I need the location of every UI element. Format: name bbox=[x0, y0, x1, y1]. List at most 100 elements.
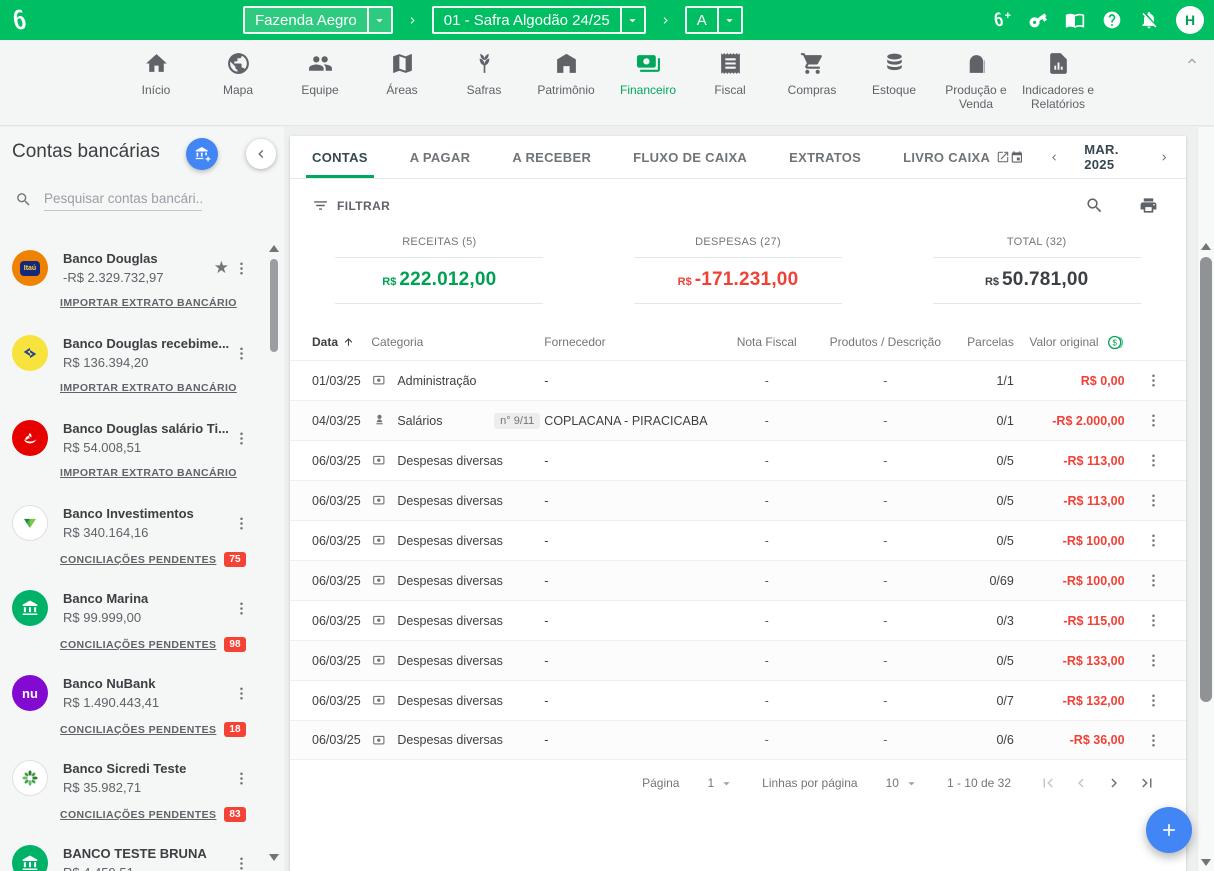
nav-item[interactable]: Indicadores e Relatórios bbox=[1020, 51, 1096, 112]
account-action-link[interactable]: CONCILIAÇÕES PENDENTES bbox=[60, 724, 216, 736]
help-icon[interactable] bbox=[1102, 10, 1122, 30]
nav-item[interactable]: Financeiro bbox=[610, 51, 686, 98]
sidebar-collapse-button[interactable] bbox=[246, 139, 276, 169]
bank-account-item[interactable]: Banco Douglas recebime... R$ 136.394,20 … bbox=[0, 324, 258, 409]
column-header-produtos[interactable]: Produtos / Descrição bbox=[816, 335, 954, 349]
kebab-menu-icon[interactable] bbox=[233, 855, 250, 871]
book-icon[interactable] bbox=[1065, 10, 1085, 30]
column-header-fornecedor[interactable]: Fornecedor bbox=[544, 335, 717, 349]
nav-item[interactable]: Equipe bbox=[282, 51, 358, 98]
chevron-down-icon[interactable] bbox=[367, 8, 391, 32]
table-row[interactable]: 06/03/25 Despesas diversas - - - 0/69 -R… bbox=[290, 560, 1186, 600]
nav-item[interactable]: Produção e Venda bbox=[938, 51, 1014, 112]
tab[interactable]: FLUXO DE CAIXA bbox=[633, 136, 747, 178]
kebab-menu-icon[interactable] bbox=[233, 770, 250, 787]
bank-account-item[interactable]: Banco Sicredi Teste R$ 35.982,71 ★ CONCI… bbox=[0, 749, 258, 834]
bank-account-item[interactable]: Itaú Banco Douglas -R$ 2.329.732,97 ★ IM… bbox=[0, 239, 258, 324]
tab[interactable]: A PAGAR bbox=[410, 136, 471, 178]
tab[interactable]: EXTRATOS bbox=[789, 136, 861, 178]
kebab-menu-icon[interactable] bbox=[233, 345, 250, 362]
last-page-button[interactable] bbox=[1138, 774, 1156, 792]
kebab-menu-icon[interactable] bbox=[233, 685, 250, 702]
account-action-link[interactable]: CONCILIAÇÕES PENDENTES bbox=[60, 639, 216, 651]
scroll-up-arrow[interactable] bbox=[269, 245, 279, 252]
row-kebab-menu-icon[interactable] bbox=[1145, 372, 1162, 389]
table-row[interactable]: 06/03/25 Despesas diversas - - - 0/6 -R$… bbox=[290, 720, 1186, 760]
filter-button[interactable]: FILTRAR bbox=[312, 197, 390, 214]
nav-item[interactable]: Safras bbox=[446, 51, 522, 98]
next-month-button[interactable] bbox=[1158, 149, 1170, 166]
kebab-menu-icon[interactable] bbox=[233, 430, 250, 447]
notifications-off-icon[interactable] bbox=[1139, 10, 1159, 30]
scrollbar-thumb[interactable] bbox=[1200, 257, 1212, 702]
tab[interactable]: A RECEBER bbox=[512, 136, 591, 178]
kebab-menu-icon[interactable] bbox=[233, 260, 250, 277]
row-kebab-menu-icon[interactable] bbox=[1145, 452, 1162, 469]
nav-item[interactable]: Patrimônio bbox=[528, 51, 604, 98]
previous-month-button[interactable] bbox=[1048, 149, 1060, 166]
table-row[interactable]: 06/03/25 Despesas diversas - - - 0/5 -R$… bbox=[290, 480, 1186, 520]
nav-item[interactable]: Mapa bbox=[200, 51, 276, 98]
nav-item[interactable]: Áreas bbox=[364, 51, 440, 98]
row-kebab-menu-icon[interactable] bbox=[1145, 652, 1162, 669]
kebab-menu-icon[interactable] bbox=[233, 515, 250, 532]
account-action-link[interactable]: IMPORTAR EXTRATO BANCÁRIO bbox=[60, 382, 237, 394]
row-kebab-menu-icon[interactable] bbox=[1145, 612, 1162, 629]
add-transaction-fab[interactable] bbox=[1146, 807, 1192, 853]
season-selector[interactable]: 01 - Safra Algodão 24/25 bbox=[432, 6, 646, 34]
bank-account-item[interactable]: Banco Douglas salário Ti... R$ 54.008,51… bbox=[0, 409, 258, 494]
chevron-up-icon[interactable] bbox=[1184, 53, 1200, 69]
row-kebab-menu-icon[interactable] bbox=[1145, 532, 1162, 549]
farm-selector[interactable]: Fazenda Aegro bbox=[243, 6, 393, 34]
search-icon[interactable] bbox=[1085, 196, 1104, 215]
nav-item[interactable]: Início bbox=[118, 51, 194, 98]
bank-account-item[interactable]: Banco Investimentos R$ 340.164,16 ★ CONC… bbox=[0, 494, 258, 579]
calendar-icon[interactable] bbox=[1010, 148, 1024, 167]
add-bank-account-button[interactable] bbox=[186, 138, 218, 170]
tab[interactable]: LIVRO CAIXA bbox=[903, 136, 1010, 178]
kebab-menu-icon[interactable] bbox=[233, 600, 250, 617]
previous-page-button[interactable] bbox=[1072, 774, 1090, 792]
table-row[interactable]: 01/03/25 Administração - - - 1/1 R$ 0,00 bbox=[290, 360, 1186, 400]
first-page-button[interactable] bbox=[1039, 774, 1057, 792]
scroll-up-arrow[interactable] bbox=[1201, 243, 1211, 250]
tab[interactable]: CONTAS bbox=[312, 136, 368, 178]
table-row[interactable]: 06/03/25 Despesas diversas - - - 0/5 -R$… bbox=[290, 520, 1186, 560]
account-action-link[interactable]: IMPORTAR EXTRATO BANCÁRIO bbox=[60, 297, 237, 309]
row-kebab-menu-icon[interactable] bbox=[1145, 572, 1162, 589]
chevron-down-icon[interactable] bbox=[717, 8, 741, 32]
bank-account-item[interactable]: BANCO TESTE BRUNA R$ 4.459,51 ★ bbox=[0, 834, 258, 871]
rows-per-page-select[interactable]: 10 bbox=[886, 776, 919, 791]
account-action-link[interactable]: IMPORTAR EXTRATO BANCÁRIO bbox=[60, 467, 237, 479]
search-input[interactable] bbox=[44, 187, 202, 211]
scroll-down-arrow[interactable] bbox=[269, 854, 279, 861]
scrollbar-thumb[interactable] bbox=[270, 259, 278, 352]
page-select[interactable]: 1 bbox=[707, 776, 734, 791]
table-row[interactable]: 06/03/25 Despesas diversas - - - 0/3 -R$… bbox=[290, 600, 1186, 640]
add-farm-icon[interactable]: ∂+ bbox=[994, 11, 1011, 30]
column-header-valor[interactable]: Valor original $ bbox=[1014, 333, 1125, 352]
scroll-down-arrow[interactable] bbox=[1201, 859, 1211, 866]
next-page-button[interactable] bbox=[1105, 774, 1123, 792]
table-row[interactable]: 06/03/25 Despesas diversas - - - 0/7 -R$… bbox=[290, 680, 1186, 720]
column-header-categoria[interactable]: Categoria bbox=[371, 335, 544, 349]
table-row[interactable]: 06/03/25 Despesas diversas - - - 0/5 -R$… bbox=[290, 640, 1186, 680]
chevron-down-icon[interactable] bbox=[620, 8, 644, 32]
bank-account-item[interactable]: nu Banco NuBank R$ 1.490.443,41 ★ CONCIL… bbox=[0, 664, 258, 749]
column-header-parcelas[interactable]: Parcelas bbox=[955, 335, 1014, 349]
main-scrollbar[interactable] bbox=[1197, 127, 1214, 871]
row-kebab-menu-icon[interactable] bbox=[1145, 692, 1162, 709]
account-selector[interactable]: A bbox=[685, 6, 743, 34]
star-icon[interactable]: ★ bbox=[214, 258, 229, 278]
column-header-data[interactable]: Data bbox=[312, 335, 371, 349]
key-icon[interactable] bbox=[1028, 10, 1048, 30]
table-row[interactable]: 06/03/25 Despesas diversas - - - 0/5 -R$… bbox=[290, 440, 1186, 480]
avatar[interactable]: H bbox=[1176, 6, 1204, 34]
row-kebab-menu-icon[interactable] bbox=[1145, 412, 1162, 429]
nav-item[interactable]: Estoque bbox=[856, 51, 932, 98]
bank-account-item[interactable]: Banco Marina R$ 99.999,00 ★ CONCILIAÇÕES… bbox=[0, 579, 258, 664]
account-action-link[interactable]: CONCILIAÇÕES PENDENTES bbox=[60, 554, 216, 566]
nav-item[interactable]: Compras bbox=[774, 51, 850, 98]
row-kebab-menu-icon[interactable] bbox=[1145, 492, 1162, 509]
table-row[interactable]: 04/03/25 Salários n° 9/11 COPLACANA - PI… bbox=[290, 400, 1186, 440]
